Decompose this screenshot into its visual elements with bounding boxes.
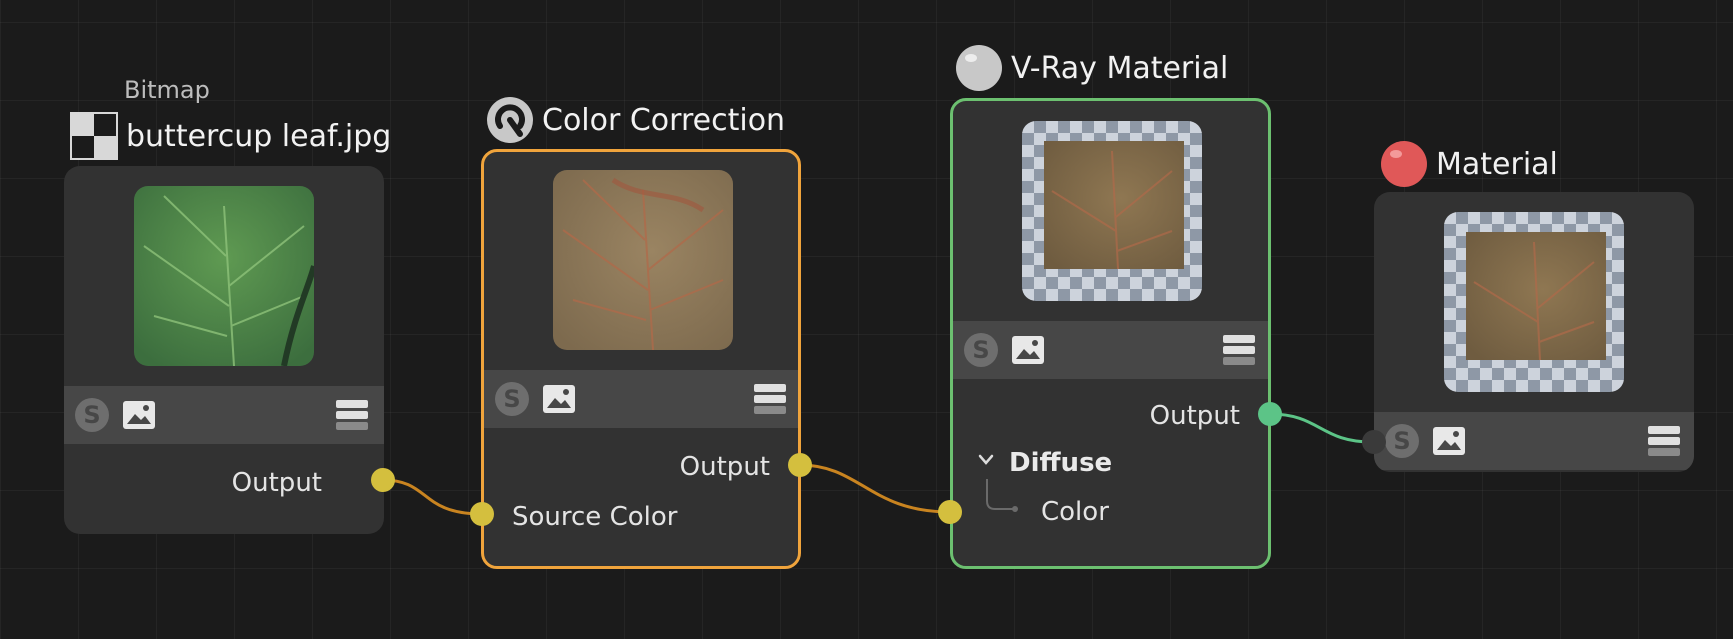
color-correction-node[interactable]: S Output Source Color — [481, 149, 801, 569]
solo-s-icon[interactable]: S — [494, 381, 530, 417]
material-node-title-text: Material — [1436, 146, 1558, 182]
image-preview-icon[interactable] — [542, 384, 576, 414]
material-node[interactable]: S — [1374, 192, 1694, 472]
diffuse-section-label[interactable]: Diffuse — [1009, 448, 1112, 478]
menu-stack-icon[interactable] — [1648, 426, 1680, 456]
solo-s-icon[interactable]: S — [963, 332, 999, 368]
vray-material-thumbnail — [1022, 121, 1202, 301]
menu-stack-icon[interactable] — [336, 400, 368, 430]
diffuse-color-input-label: Color — [1041, 497, 1109, 527]
image-preview-icon[interactable] — [122, 400, 156, 430]
color-correction-node-title[interactable]: Color Correction — [486, 96, 785, 144]
material-node-title[interactable]: Material — [1380, 140, 1558, 188]
image-preview-icon[interactable] — [1432, 426, 1466, 456]
color-correction-toolbar: S — [484, 370, 798, 428]
material-thumbnail — [1444, 212, 1624, 392]
vray-output-port[interactable] — [1258, 402, 1282, 426]
color-correction-thumbnail — [553, 170, 733, 350]
bitmap-output-label: Output — [231, 468, 322, 498]
svg-text:S: S — [503, 385, 520, 413]
vray-material-node-title[interactable]: V-Ray Material — [955, 44, 1228, 92]
image-preview-icon[interactable] — [1011, 335, 1045, 365]
chevron-down-icon[interactable] — [977, 453, 995, 467]
menu-stack-icon[interactable] — [754, 384, 786, 414]
color-correction-output-label: Output — [679, 452, 770, 482]
svg-text:S: S — [1393, 427, 1410, 455]
vray-material-node[interactable]: S Output Diffuse Color — [950, 98, 1271, 569]
menu-stack-icon[interactable] — [1223, 335, 1255, 365]
wire-color-correction-to-vray — [799, 463, 951, 514]
source-color-input-port[interactable] — [470, 502, 494, 526]
bitmap-node-title-text: buttercup leaf.jpg — [126, 118, 392, 154]
material-ball-gray-icon — [956, 45, 1002, 91]
color-correction-icon — [487, 97, 533, 143]
solo-s-icon[interactable]: S — [74, 397, 110, 433]
bitmap-thumbnail — [134, 186, 314, 366]
vray-output-label: Output — [1149, 401, 1240, 431]
material-toolbar: S — [1374, 412, 1694, 470]
source-color-input-label: Source Color — [512, 502, 678, 532]
vray-material-toolbar: S — [953, 321, 1268, 379]
vray-material-node-title-text: V-Ray Material — [1011, 50, 1229, 86]
bitmap-node[interactable]: S Output — [64, 166, 384, 534]
svg-text:S: S — [83, 401, 100, 429]
tree-connector-line — [986, 479, 1018, 512]
bitmap-node-type-label: Bitmap — [124, 76, 210, 104]
color-correction-node-title-text: Color Correction — [542, 102, 786, 138]
diffuse-color-input-port[interactable] — [938, 500, 962, 524]
wire-vray-to-material — [1269, 412, 1373, 444]
material-input-port[interactable] — [1362, 430, 1386, 454]
material-ball-red-icon — [1381, 141, 1427, 187]
wire-bitmap-to-color-correction — [382, 478, 483, 516]
bitmap-checker-icon — [70, 112, 118, 160]
bitmap-node-title[interactable]: buttercup leaf.jpg — [70, 112, 391, 160]
color-correction-output-port[interactable] — [788, 453, 812, 477]
solo-s-icon[interactable]: S — [1384, 423, 1420, 459]
bitmap-node-toolbar: S — [64, 386, 384, 444]
bitmap-output-port[interactable] — [371, 468, 395, 492]
svg-text:S: S — [972, 336, 989, 364]
